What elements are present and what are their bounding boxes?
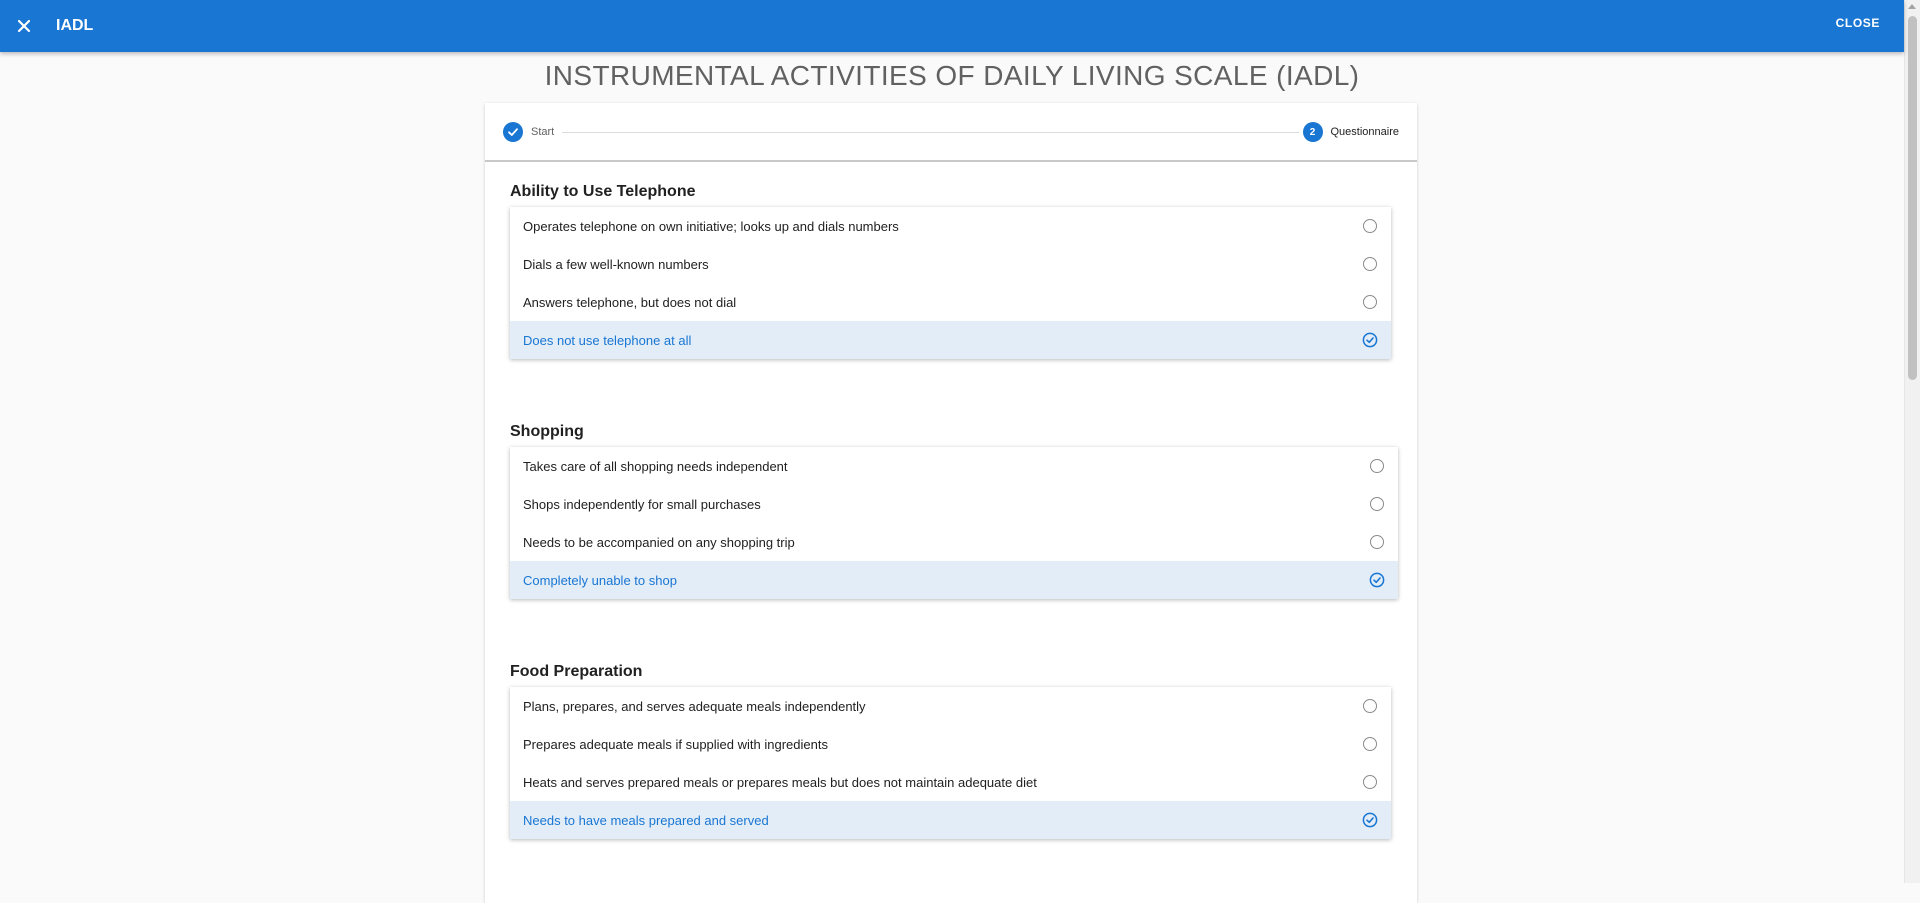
option-label: Does not use telephone at all [523,332,692,348]
radio-option[interactable]: Does not use telephone at all [510,321,1391,359]
option-label: Operates telephone on own initiative; lo… [523,218,899,234]
check-icon [503,122,523,142]
radio-button[interactable] [1363,737,1377,751]
close-icon[interactable] [13,15,35,37]
questionnaire-card: Start 2 Questionnaire Ability to Use Tel… [485,103,1417,903]
option-label: Heats and serves prepared meals or prepa… [523,774,1037,790]
radio-option[interactable]: Dials a few well-known numbers [510,245,1391,283]
option-label: Completely unable to shop [523,572,677,588]
radio-checked-icon[interactable] [1362,332,1378,348]
radio-option[interactable]: Completely unable to shop [510,561,1398,599]
option-label: Needs to be accompanied on any shopping … [523,534,795,550]
vertical-scrollbar[interactable] [1904,0,1920,883]
option-label: Plans, prepares, and serves adequate mea… [523,698,866,714]
radio-button[interactable] [1363,219,1377,233]
option-label: Shops independently for small purchases [523,496,761,512]
close-button[interactable]: CLOSE [1836,16,1880,30]
step-questionnaire[interactable]: 2 Questionnaire [1302,122,1400,142]
radio-option[interactable]: Needs to have meals prepared and served [510,801,1391,839]
step-label: Start [531,126,555,138]
radio-checked-icon[interactable] [1369,572,1385,588]
radio-button[interactable] [1363,257,1377,271]
scrollbar-thumb[interactable] [1908,16,1917,380]
radio-button[interactable] [1363,295,1377,309]
radio-button[interactable] [1370,535,1384,549]
option-label: Answers telephone, but does not dial [523,294,737,310]
question-section: Shopping Takes care of all shopping needs… [510,423,1398,599]
option-label: Prepares adequate meals if supplied with… [523,736,828,752]
radio-button[interactable] [1363,699,1377,713]
top-app-bar: IADL CLOSE [0,0,1904,52]
option-label: Takes care of all shopping needs indepen… [523,458,788,474]
option-label: Needs to have meals prepared and served [523,812,769,828]
stepper: Start 2 Questionnaire [485,103,1417,162]
radio-option[interactable]: Needs to be accompanied on any shopping … [510,523,1398,561]
scroll-up-arrow[interactable] [1908,4,1916,9]
step-label: Questionnaire [1330,126,1400,138]
radio-button[interactable] [1363,775,1377,789]
step-start[interactable]: Start [503,122,554,142]
stepper-connector [562,132,1299,133]
question-section: Ability to Use Telephone Operates telepho… [510,183,1391,359]
section-title: Ability to Use Telephone [510,183,696,200]
radio-checked-icon[interactable] [1362,812,1378,828]
section-title: Food Preparation [510,663,643,680]
radio-option[interactable]: Takes care of all shopping needs indepen… [510,447,1398,485]
question-section: Food Preparation Plans, prepares, and ser… [510,663,1391,839]
step-number: 2 [1302,122,1323,142]
radio-button[interactable] [1370,459,1384,473]
radio-option[interactable]: Prepares adequate meals if supplied with… [510,725,1391,763]
page-title: INSTRUMENTAL ACTIVITIES OF DAILY LIVING … [544,60,1360,91]
options-list: Operates telephone on own initiative; lo… [510,207,1391,359]
radio-option[interactable]: Answers telephone, but does not dial [510,283,1391,321]
options-list: Takes care of all shopping needs indepen… [510,447,1398,599]
app-title: IADL [56,17,94,34]
radio-button[interactable] [1370,497,1384,511]
radio-option[interactable]: Shops independently for small purchases [510,485,1398,523]
radio-option[interactable]: Operates telephone on own initiative; lo… [510,207,1391,245]
radio-option[interactable]: Plans, prepares, and serves adequate mea… [510,687,1391,725]
options-list: Plans, prepares, and serves adequate mea… [510,687,1391,839]
section-title: Shopping [510,423,584,440]
option-label: Dials a few well-known numbers [523,256,709,272]
radio-option[interactable]: Heats and serves prepared meals or prepa… [510,763,1391,801]
